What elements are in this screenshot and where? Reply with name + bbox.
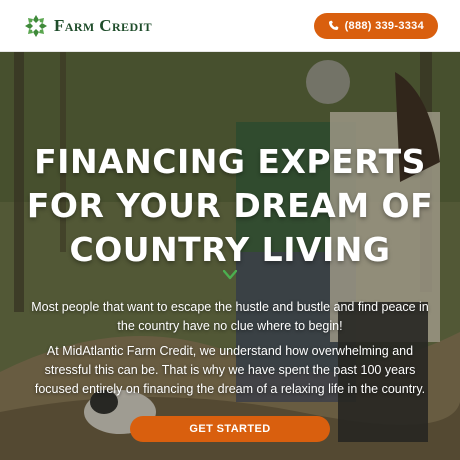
chevron-down-icon[interactable] — [223, 270, 237, 280]
hero-section: FINANCING EXPERTS FOR YOUR DREAM OF COUN… — [0, 52, 460, 460]
site-header: Farm Credit (888) 339-3334 — [0, 0, 460, 52]
phone-number: (888) 339-3334 — [344, 19, 424, 32]
hero-headline: FINANCING EXPERTS FOR YOUR DREAM OF COUN… — [26, 142, 434, 269]
hero-paragraph-body: At MidAtlantic Farm Credit, we understan… — [34, 344, 426, 396]
farm-credit-logo[interactable]: Farm Credit — [24, 14, 152, 38]
leaf-logo-icon — [25, 14, 47, 37]
phone-icon — [328, 20, 338, 31]
phone-button[interactable]: (888) 339-3334 — [313, 12, 438, 39]
hero-paragraph-intro: Most people that want to escape the hust… — [31, 300, 429, 333]
get-started-button[interactable]: GET STARTED — [130, 416, 330, 442]
logo-text: Farm Credit — [54, 15, 152, 35]
